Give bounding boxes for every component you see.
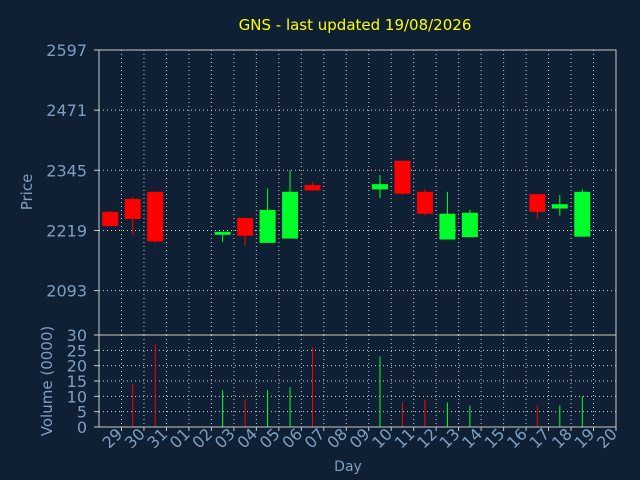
candle-body [237,218,254,236]
price-axis-label: Price [18,174,36,211]
x-tick-label: 20 [593,424,621,452]
x-axis: 2930310102030405060708091011121314151617… [98,424,620,452]
candle-body [282,191,299,239]
price-tick-label: 2345 [46,161,87,180]
candle-body [574,191,591,237]
candle-body [214,231,231,235]
volume-tick-label: 30 [67,326,87,345]
candle-body [394,160,411,194]
candle-body [439,213,456,240]
price-tick-label: 2471 [46,101,87,120]
chart-title: GNS - last updated 19/08/2026 [239,16,472,34]
candle-body [304,185,321,191]
volume-axis-label: Volume (0000) [38,326,56,436]
candle-body [529,194,546,212]
price-plot-frame [98,49,617,336]
candle-body [102,211,119,227]
volume-panel: 051015202530 [67,326,617,437]
stock-chart: GNS - last updated 19/08/2026 2093 2219 23… [18,16,621,475]
candle-body [259,209,276,243]
candle-body [371,184,388,190]
volume-plot-frame [98,334,617,428]
chart-stage: GNS - last updated 19/08/2026 2093 2219 23… [0,0,640,480]
candle-body [551,204,568,209]
price-tick-label: 2597 [46,41,87,60]
x-axis-label: Day [334,459,362,475]
price-panel: 2093 2219 2345 2471 2597 [46,41,617,336]
candle-body [124,198,141,219]
price-tick-label: 2093 [46,282,87,301]
candle-body [416,191,433,214]
candle-body [461,212,478,238]
candle-body [147,191,164,242]
price-tick-label: 2219 [46,221,87,240]
